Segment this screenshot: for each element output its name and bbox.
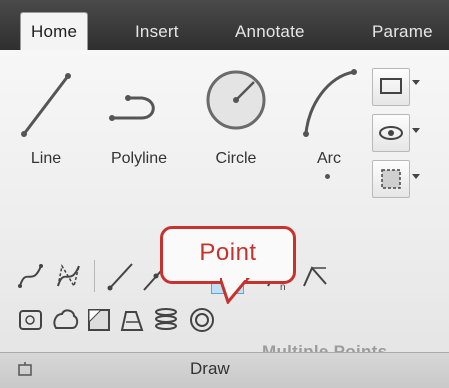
point-callout: Point <box>160 226 296 284</box>
circle-icon <box>206 70 266 130</box>
spline-fit-tool[interactable] <box>14 258 47 294</box>
hatch-dropdown-arrow[interactable] <box>412 128 420 133</box>
polyline-label: Polyline <box>110 150 168 167</box>
point-callout-text: Point <box>199 239 257 266</box>
boundary-tool[interactable] <box>14 302 47 338</box>
ray-icon <box>107 263 133 291</box>
boundary-icon <box>19 310 42 330</box>
measure-tool[interactable] <box>298 258 331 294</box>
3d-polyline-icon <box>120 311 144 331</box>
spline-cv-tool[interactable] <box>52 258 85 294</box>
circle-label: Circle <box>215 150 257 167</box>
tab-insert[interactable]: Insert <box>135 13 179 50</box>
tab-parametric[interactable]: Parame <box>372 13 433 50</box>
pin-icon[interactable] <box>16 361 36 379</box>
wipeout-icon <box>88 309 110 331</box>
draw-panel-title[interactable]: Draw <box>190 359 230 379</box>
helix-icon <box>155 308 177 330</box>
callout-pointer <box>220 278 250 304</box>
tab-annotate[interactable]: Annotate <box>235 13 305 50</box>
rectangle-icon <box>380 78 402 94</box>
ray-tool[interactable] <box>104 258 137 294</box>
3d-polyline-tool[interactable] <box>116 302 149 338</box>
arc-label: Arc <box>317 150 341 167</box>
arc-icon <box>303 69 357 137</box>
revision-cloud-tool[interactable] <box>48 302 81 338</box>
donut-tool[interactable] <box>186 302 219 338</box>
arc-tool[interactable]: Arc <box>294 66 364 182</box>
measure-icon <box>303 266 327 287</box>
ribbon-panel: Line Polyline Circle Arc n Point <box>0 50 449 387</box>
tab-home[interactable]: Home <box>20 12 89 50</box>
circle-tool[interactable]: Circle <box>196 70 276 170</box>
line-tool[interactable]: Line <box>14 70 78 170</box>
polyline-tool[interactable]: Polyline <box>94 70 184 170</box>
region-dropdown-arrow[interactable] <box>412 174 420 179</box>
line-label: Line <box>30 150 62 167</box>
rectangle-button[interactable] <box>372 68 410 106</box>
helix-tool[interactable] <box>150 302 183 338</box>
spline-fit-icon <box>18 264 43 288</box>
arc-dropdown-indicator[interactable] <box>325 174 330 179</box>
draw-panel-footer: Draw <box>0 352 449 388</box>
rectangle-dropdown-arrow[interactable] <box>412 80 420 85</box>
revision-cloud-icon <box>53 309 79 329</box>
wipeout-tool[interactable] <box>82 302 115 338</box>
flyout-separator <box>94 260 95 292</box>
spline-cv-icon <box>57 263 80 288</box>
hatch-icon <box>379 126 403 140</box>
line-icon <box>21 73 71 137</box>
region-icon <box>381 169 401 189</box>
ribbon-tab-bar: Home Insert Annotate Parame <box>0 0 449 50</box>
polyline-icon <box>109 95 155 121</box>
donut-icon <box>190 308 214 332</box>
hatch-button[interactable] <box>372 114 410 152</box>
region-button[interactable] <box>372 160 410 198</box>
